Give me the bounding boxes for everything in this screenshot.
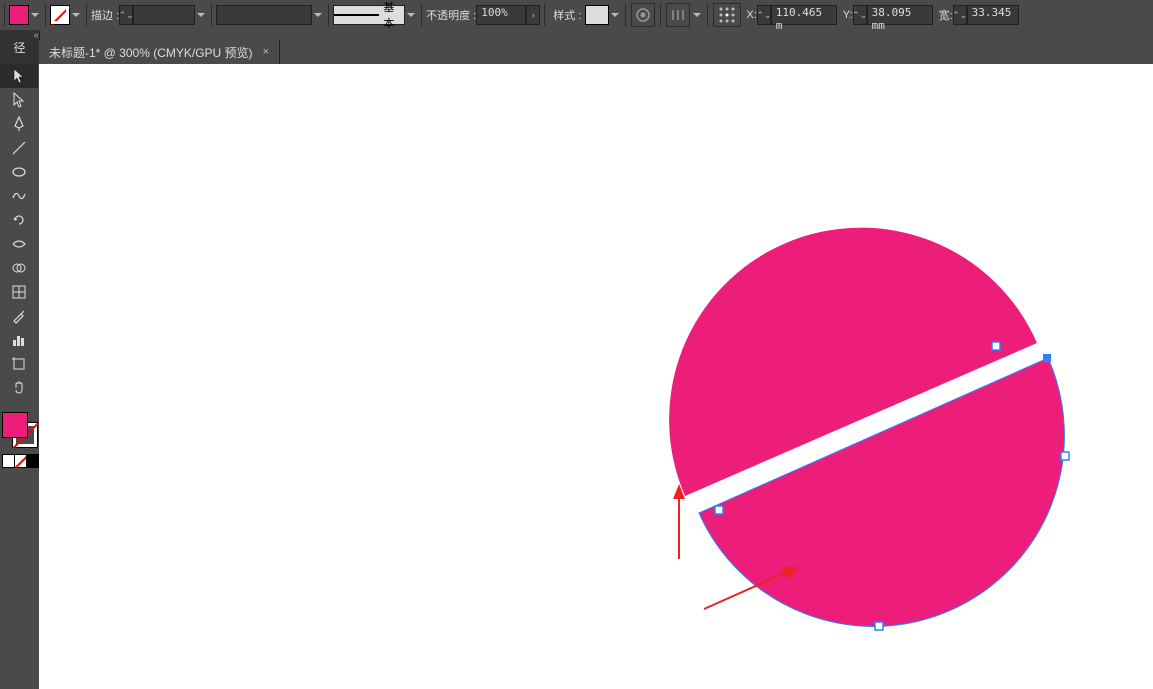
pen-tool[interactable] xyxy=(0,112,38,136)
control-bar: 描边 : ⌃⌄ 基本 不透明度 : 100% › 样式 : X: ⌃⌄ 110.… xyxy=(0,0,1153,30)
mesh-tool[interactable] xyxy=(0,280,38,304)
stroke-color-swatch[interactable] xyxy=(50,5,70,25)
rotate-tool[interactable] xyxy=(0,208,38,232)
y-stepper[interactable]: ⌃⌄ xyxy=(853,5,867,25)
graphic-style-swatch[interactable] xyxy=(585,5,609,25)
y-field[interactable]: 38.095 mm xyxy=(867,5,933,25)
artwork-svg xyxy=(39,64,1153,689)
stroke-profile-display[interactable]: 基本 xyxy=(333,5,405,25)
hand-tool[interactable] xyxy=(0,376,38,400)
align-dropdown[interactable] xyxy=(693,10,703,20)
tools-panel xyxy=(0,64,40,689)
variable-width-profile[interactable] xyxy=(216,5,312,25)
panel-header: 径 « xyxy=(0,30,40,64)
pencil-tool[interactable] xyxy=(0,184,38,208)
fill-color-dropdown[interactable] xyxy=(31,10,41,20)
document-tab-label: 未标题-1* @ 300% (CMYK/GPU 预览) xyxy=(49,44,253,61)
canvas-area[interactable] xyxy=(39,64,1153,689)
document-tab[interactable]: 未标题-1* @ 300% (CMYK/GPU 预览) × xyxy=(39,40,280,64)
color-mode-gradient[interactable] xyxy=(26,454,40,468)
tab-close-icon[interactable]: × xyxy=(263,46,269,58)
column-graph-tool[interactable] xyxy=(0,328,38,352)
color-controls xyxy=(0,410,39,470)
line-tool[interactable] xyxy=(0,136,38,160)
stroke-label: 描边 : xyxy=(91,7,119,23)
x-field[interactable]: 110.465 m xyxy=(771,5,837,25)
stroke-width-dropdown[interactable] xyxy=(197,10,207,20)
selection-tool[interactable] xyxy=(0,64,38,88)
direct-selection-tool[interactable] xyxy=(0,88,38,112)
eyedropper-tool[interactable] xyxy=(0,304,38,328)
style-label: 样式 : xyxy=(553,7,581,23)
width-stepper[interactable]: ⌃⌄ xyxy=(953,5,967,25)
x-label: X: xyxy=(746,9,756,21)
graphic-style-dropdown[interactable] xyxy=(611,10,621,20)
variable-width-dropdown[interactable] xyxy=(314,10,324,20)
recolor-artwork-button[interactable] xyxy=(631,3,655,27)
fill-color-box[interactable] xyxy=(2,412,28,438)
stroke-width-stepper[interactable]: ⌃⌄ xyxy=(119,5,133,25)
stroke-profile-dropdown[interactable] xyxy=(407,10,417,20)
opacity-stepper[interactable]: › xyxy=(526,5,540,25)
width-label: 宽: xyxy=(939,7,953,23)
fill-color-swatch[interactable] xyxy=(9,5,29,25)
opacity-field[interactable]: 100% xyxy=(476,5,526,25)
artboard-tool[interactable] xyxy=(0,352,38,376)
stroke-color-dropdown[interactable] xyxy=(72,10,82,20)
shape-builder-tool[interactable] xyxy=(0,256,38,280)
align-button[interactable] xyxy=(666,3,690,27)
stroke-width-field[interactable] xyxy=(133,5,195,25)
opacity-label: 不透明度 : xyxy=(426,7,476,23)
transform-reference-point[interactable] xyxy=(713,3,741,27)
selected-anchor xyxy=(1043,354,1051,362)
x-stepper[interactable]: ⌃⌄ xyxy=(757,5,771,25)
width-tool[interactable] xyxy=(0,232,38,256)
ellipse-tool[interactable] xyxy=(0,160,38,184)
width-field[interactable]: 33.345 xyxy=(967,5,1019,25)
